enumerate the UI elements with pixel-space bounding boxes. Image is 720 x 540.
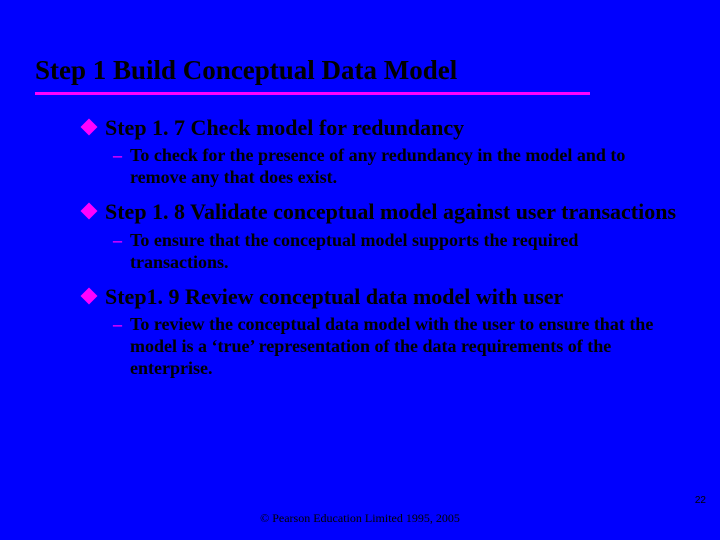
bullet-item-3: Step1. 9 Review conceptual data model wi… (35, 284, 690, 310)
page-number: 22 (695, 495, 706, 506)
slide-title: Step 1 Build Conceptual Data Model (35, 55, 690, 86)
dash-icon: – (113, 230, 122, 252)
copyright-footer: © Pearson Education Limited 1995, 2005 (0, 511, 720, 526)
diamond-icon (81, 119, 98, 136)
bullet-item-2: Step 1. 8 Validate conceptual model agai… (35, 199, 690, 225)
sub-text: To ensure that the conceptual model supp… (130, 230, 578, 272)
bullet-heading: Step 1. 8 Validate conceptual model agai… (105, 199, 676, 224)
diamond-icon (81, 287, 98, 304)
sub-item-2: – To ensure that the conceptual model su… (35, 230, 690, 274)
bullet-heading: Step1. 9 Review conceptual data model wi… (105, 284, 563, 309)
title-underline (35, 92, 590, 95)
bullet-heading: Step 1. 7 Check model for redundancy (105, 115, 464, 140)
slide: Step 1 Build Conceptual Data Model Step … (0, 0, 720, 540)
sub-text: To review the conceptual data model with… (130, 314, 653, 378)
bullet-item-1: Step 1. 7 Check model for redundancy (35, 115, 690, 141)
sub-text: To check for the presence of any redunda… (130, 145, 625, 187)
dash-icon: – (113, 314, 122, 336)
sub-item-1: – To check for the presence of any redun… (35, 145, 690, 189)
sub-item-3: – To review the conceptual data model wi… (35, 314, 690, 380)
diamond-icon (81, 203, 98, 220)
dash-icon: – (113, 145, 122, 167)
